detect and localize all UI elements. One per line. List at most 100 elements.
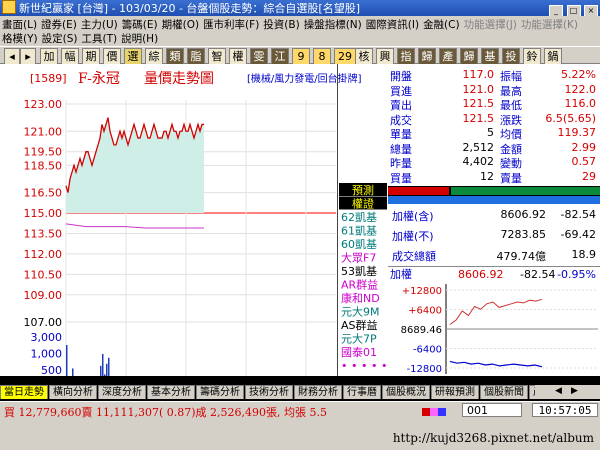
menu-row-primary: 畫面(L) 證券(E) 主力(U) 籌碼(E) 期權(O) 匯市利率(F) 投資(B) 操盤指…: [2, 17, 582, 32]
tab-6[interactable]: 財務分析: [294, 385, 342, 399]
toolbar-button-22[interactable]: 投: [502, 48, 520, 65]
status-code[interactable]: 001: [462, 403, 522, 417]
menu-item-0[interactable]: 畫面(L): [2, 19, 37, 31]
status-text: 買 12,779,660賣 11,111,307( 0.87)成 2,526,4…: [4, 406, 327, 419]
toolbar-button-20[interactable]: 歸: [460, 48, 478, 65]
volume-bar: [108, 357, 110, 376]
tab-10[interactable]: 個股新聞: [480, 385, 528, 399]
warrant-item-12[interactable]: 國泰01: [341, 345, 377, 359]
toolbar-button-14[interactable]: 29: [334, 48, 356, 65]
toolbar-button-23[interactable]: 鈴: [523, 48, 541, 65]
menu-item-8[interactable]: 國際資訊(I): [366, 19, 419, 31]
side-separator: [337, 64, 338, 376]
menu-item-0[interactable]: 格模(Y): [2, 33, 38, 45]
status-bar: 買 12,779,660賣 11,111,307( 0.87)成 2,526,4…: [0, 401, 600, 419]
menu-item-5[interactable]: 匯市利率(F): [203, 19, 259, 31]
tab-9[interactable]: 研報預測: [431, 385, 479, 399]
toolbar-button-9[interactable]: 權: [229, 48, 247, 65]
toolbar-button-1[interactable]: 幅: [61, 48, 79, 65]
index-y-label-3: -6400: [413, 345, 442, 356]
toolbar-button-17[interactable]: 指: [397, 48, 415, 65]
warrant-item-4[interactable]: 60凱基: [341, 238, 377, 251]
warrant-item-9[interactable]: 元大9M: [341, 305, 380, 319]
toolbar-button-6[interactable]: 類: [166, 48, 184, 65]
menu-item-2[interactable]: 工具(T): [81, 33, 117, 45]
menu-item-3[interactable]: 說明(H): [121, 33, 158, 45]
toolbar-button-21[interactable]: 基: [481, 48, 499, 65]
toolbar: 加幅期價選綜類脂智權雯江 9 8 29 核興指歸產歸基投鈴鍋 ◂ ▸: [0, 46, 600, 65]
stock-name: F-永冠: [78, 71, 120, 87]
menu-item-4[interactable]: 期權(O): [162, 19, 199, 31]
toolbar-button-10[interactable]: 雯: [250, 48, 268, 65]
index-chart-border: [388, 266, 600, 267]
menu-item-7[interactable]: 操盤指標(N): [304, 19, 362, 31]
menu-item-6[interactable]: 投資(B): [263, 19, 299, 31]
warrant-item-6[interactable]: 53凱基: [341, 265, 377, 278]
toolbar-button-15[interactable]: 核: [355, 48, 373, 65]
toolbar-back-icon[interactable]: ◂: [4, 48, 20, 65]
scroll-left-icon[interactable]: ◀: [555, 386, 562, 396]
index-change: -82.54: [560, 208, 596, 221]
toolbar-forward-icon[interactable]: ▸: [20, 48, 36, 65]
toolbar-button-8[interactable]: 智: [208, 48, 226, 65]
tab-0[interactable]: 當日走勢: [0, 385, 48, 399]
warrant-item-8[interactable]: 康和ND: [341, 291, 380, 305]
warrant-item-0[interactable]: 預測: [352, 183, 374, 197]
toolbar-button-2[interactable]: 期: [82, 48, 100, 65]
toolbar-button-7[interactable]: 脂: [187, 48, 205, 65]
warrant-item-3[interactable]: 61凱基: [341, 225, 377, 238]
menu-item-2[interactable]: 主力(U): [81, 19, 118, 31]
tab-7[interactable]: 行事曆: [343, 385, 381, 399]
quote-value: 116.0: [564, 97, 597, 110]
tab-4[interactable]: 籌碼分析: [196, 385, 244, 399]
index-chart-value: 8606.92: [458, 268, 504, 281]
warrant-item-5[interactable]: 大眾F7: [341, 251, 376, 265]
index-chart-label: 加權: [390, 268, 412, 281]
menu-item-1[interactable]: 證券(E): [41, 19, 77, 31]
warrant-item-7[interactable]: AR群益: [341, 278, 378, 292]
quote-value: 12: [480, 169, 494, 183]
menu-item-11[interactable]: 功能選擇(K): [521, 19, 578, 31]
quote-value: 4,402: [462, 155, 495, 168]
tab-8[interactable]: 個股概況: [382, 385, 430, 399]
menu-item-3[interactable]: 籌碼(E): [122, 19, 158, 31]
toolbar-button-4[interactable]: 選: [124, 48, 142, 65]
warrant-item-10[interactable]: AS群益: [341, 318, 378, 332]
toolbar-button-24[interactable]: 鍋: [544, 48, 562, 65]
warrant-item-13[interactable]: • • • • •: [341, 360, 387, 373]
menu-item-1[interactable]: 設定(S): [42, 33, 78, 45]
toolbar-button-3[interactable]: 價: [103, 48, 121, 65]
volume-bar: [104, 374, 106, 376]
scroll-right-icon[interactable]: ▶: [571, 386, 578, 396]
warrant-item-1[interactable]: 權證: [352, 197, 374, 211]
toolbar-button-18[interactable]: 歸: [418, 48, 436, 65]
stock-code: [1589]: [30, 72, 67, 85]
price-tick-label-8: 110.50: [24, 268, 63, 281]
toolbar-button-0[interactable]: 加: [40, 48, 58, 65]
menu-item-9[interactable]: 金融(C): [423, 19, 460, 31]
toolbar-button-12[interactable]: 9: [292, 48, 310, 65]
tab-2[interactable]: 深度分析: [98, 385, 146, 399]
warrant-item-2[interactable]: 62凱基: [341, 211, 377, 224]
menu-item-10[interactable]: 功能選擇(J): [464, 19, 517, 31]
index-value: 479.74億: [496, 250, 547, 263]
tab-3[interactable]: 基本分析: [147, 385, 195, 399]
quote-label: 賣量: [500, 171, 522, 185]
quote-value: 122.0: [564, 82, 597, 96]
bidask-bar-track: [388, 186, 600, 196]
price-tick-label-0: 123.00: [24, 98, 63, 111]
bidask-buy-bar: [388, 187, 450, 195]
toolbar-button-16[interactable]: 興: [376, 48, 394, 65]
tab-1[interactable]: 橫向分析: [49, 385, 97, 399]
warrant-item-11[interactable]: 元大7P: [341, 332, 377, 346]
volume-tick-label-2: 500: [41, 364, 62, 376]
toolbar-button-19[interactable]: 產: [439, 48, 457, 65]
toolbar-button-11[interactable]: 江: [271, 48, 289, 65]
price-tick-label-6: 113.50: [24, 227, 63, 240]
menu-row-secondary: 格模(Y) 設定(S) 工具(T) 說明(H): [2, 31, 162, 46]
toolbar-button-13[interactable]: 8: [313, 48, 331, 65]
price-tick-label-5: 115.00: [24, 207, 63, 220]
toolbar-button-5[interactable]: 綜: [145, 48, 163, 65]
tab-5[interactable]: 技術分析: [245, 385, 293, 399]
index-chart-change: -82.54: [520, 268, 555, 281]
